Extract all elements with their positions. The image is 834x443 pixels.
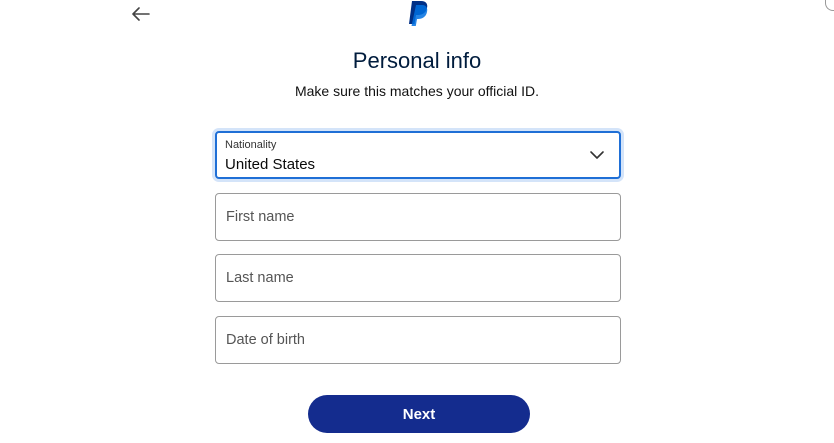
first-name-field[interactable]: First name	[215, 193, 621, 241]
next-button[interactable]: Next	[308, 395, 530, 433]
personal-info-page: Personal info Make sure this matches you…	[0, 0, 834, 443]
date-of-birth-placeholder: Date of birth	[226, 332, 305, 348]
paypal-logo-icon	[409, 1, 428, 26]
last-name-placeholder: Last name	[226, 270, 294, 286]
date-of-birth-field[interactable]: Date of birth	[215, 316, 621, 364]
page-title: Personal info	[352, 48, 482, 73]
last-name-field[interactable]: Last name	[215, 254, 621, 302]
arrow-left-icon	[132, 7, 150, 21]
nationality-value: United States	[225, 156, 316, 173]
back-button[interactable]	[128, 3, 154, 25]
nationality-select[interactable]: Nationality United States	[215, 131, 621, 179]
page-subtitle: Make sure this matches your official ID.	[294, 83, 540, 99]
first-name-placeholder: First name	[226, 209, 295, 225]
chevron-down-icon	[590, 151, 604, 159]
nationality-label: Nationality	[225, 139, 277, 151]
window-corner-decoration	[825, 0, 834, 11]
